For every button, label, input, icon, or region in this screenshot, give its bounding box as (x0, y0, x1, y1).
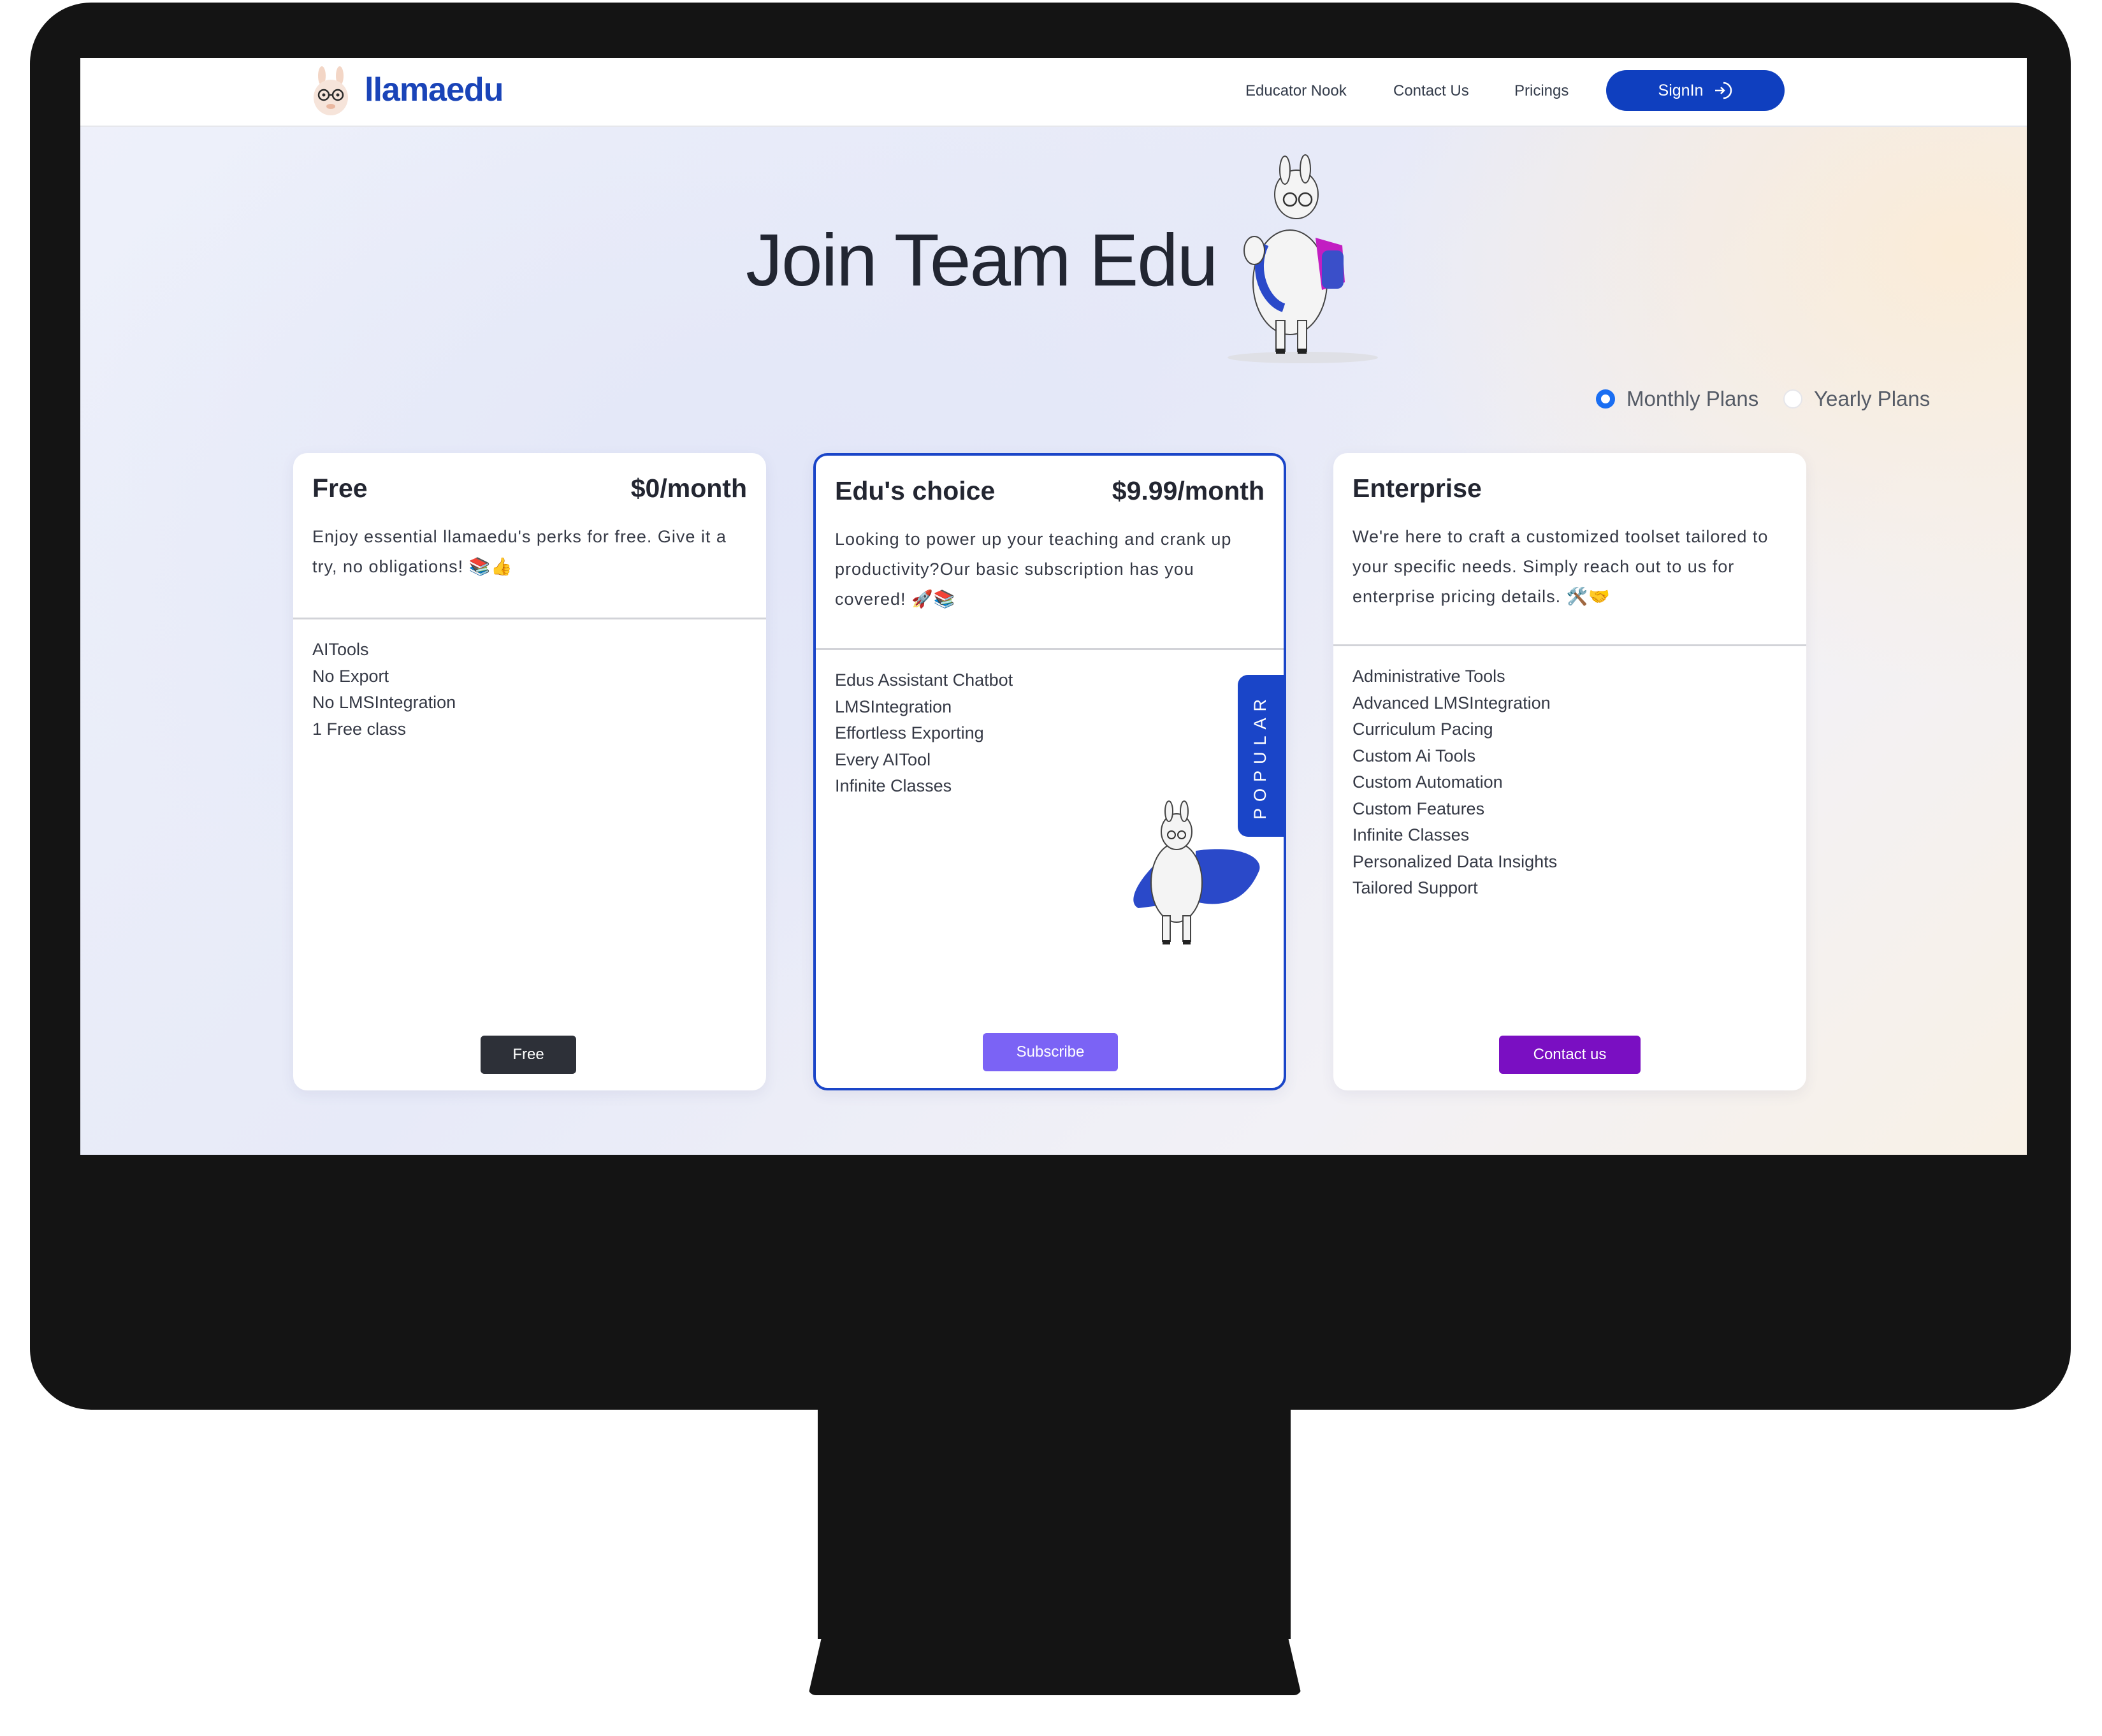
yearly-plans-label: Yearly Plans (1814, 387, 1931, 410)
feature-item: Custom Features (1352, 799, 1485, 818)
monthly-plans-option[interactable]: Monthly Plans (1596, 387, 1758, 411)
nav-link-educator-nook[interactable]: Educator Nook (1245, 82, 1347, 100)
monitor-stand-base (808, 1631, 1301, 1695)
monitor-stand (818, 1402, 1291, 1639)
brand-name[interactable]: llamaedu (365, 71, 504, 109)
plan-name: Edu's choice (835, 476, 996, 505)
feature-item: Effortless Exporting (835, 723, 984, 742)
llama-superhero-illustration (1133, 800, 1260, 944)
monthly-plans-radio[interactable] (1596, 389, 1615, 409)
page-title: Join Team Edu (746, 219, 1218, 301)
plan-description: Enjoy essential llamaedu's perks for fre… (312, 527, 727, 576)
free-plan-button[interactable]: Free (481, 1036, 576, 1074)
plan-name: Enterprise (1352, 474, 1482, 503)
feature-list: AITools No Export No LMSIntegration 1 Fr… (312, 637, 456, 742)
plan-card-free: Free $0/month Enjoy essential llamaedu's… (293, 453, 766, 1090)
feature-item: Curriculum Pacing (1352, 720, 1493, 739)
llama-backpack-illustration (1228, 154, 1378, 363)
plan-card-edus-choice: Edu's choice $9.99/month Looking to powe… (813, 453, 1286, 1090)
feature-item: Advanced LMSIntegration (1352, 693, 1551, 712)
feature-list: Edus Assistant Chatbot LMSIntegration Ef… (835, 667, 1013, 800)
card-divider (293, 618, 766, 619)
card-divider (1333, 644, 1806, 646)
signin-button[interactable]: SignIn (1606, 70, 1785, 111)
feature-list: Administrative Tools Advanced LMSIntegra… (1352, 663, 1557, 902)
feature-item: No Export (312, 666, 389, 686)
signin-button-label: SignIn (1658, 81, 1704, 99)
feature-item: Edus Assistant Chatbot (835, 670, 1013, 690)
nav-link-contact-us[interactable]: Contact Us (1393, 82, 1469, 100)
feature-item: Personalized Data Insights (1352, 851, 1558, 871)
llama-logo-icon[interactable] (311, 64, 351, 117)
feature-item: Every AITool (835, 749, 931, 769)
feature-item: LMSIntegration (835, 697, 952, 716)
plan-description: Looking to power up your teaching and cr… (835, 530, 1232, 609)
plan-description: We're here to craft a customized toolset… (1352, 527, 1769, 606)
feature-item: Tailored Support (1352, 878, 1478, 897)
sign-in-arrow-icon (1715, 82, 1732, 99)
feature-item: AITools (312, 640, 369, 659)
plan-card-enterprise: Enterprise We're here to craft a customi… (1333, 453, 1806, 1090)
feature-item: 1 Free class (312, 719, 407, 739)
feature-item: Infinite Classes (1352, 825, 1470, 844)
feature-item: Administrative Tools (1352, 667, 1505, 686)
nav-link-pricings[interactable]: Pricings (1514, 82, 1569, 100)
card-divider (816, 648, 1284, 650)
screen: llamaedu Educator Nook Contact Us Pricin… (80, 58, 2027, 1155)
feature-item: Custom Ai Tools (1352, 746, 1476, 765)
monthly-plans-label: Monthly Plans (1627, 387, 1759, 410)
plan-price: $9.99/month (1112, 476, 1265, 505)
plan-price: $0/month (630, 474, 747, 503)
feature-item: Infinite Classes (835, 776, 952, 795)
navbar: llamaedu Educator Nook Contact Us Pricin… (80, 58, 2027, 127)
feature-item: Custom Automation (1352, 772, 1503, 792)
yearly-plans-option[interactable]: Yearly Plans (1783, 387, 1930, 411)
contact-us-button[interactable]: Contact us (1499, 1036, 1641, 1074)
yearly-plans-radio[interactable] (1783, 389, 1802, 409)
feature-item: No LMSIntegration (312, 693, 456, 712)
subscribe-button[interactable]: Subscribe (983, 1033, 1118, 1071)
plan-name: Free (312, 474, 368, 503)
